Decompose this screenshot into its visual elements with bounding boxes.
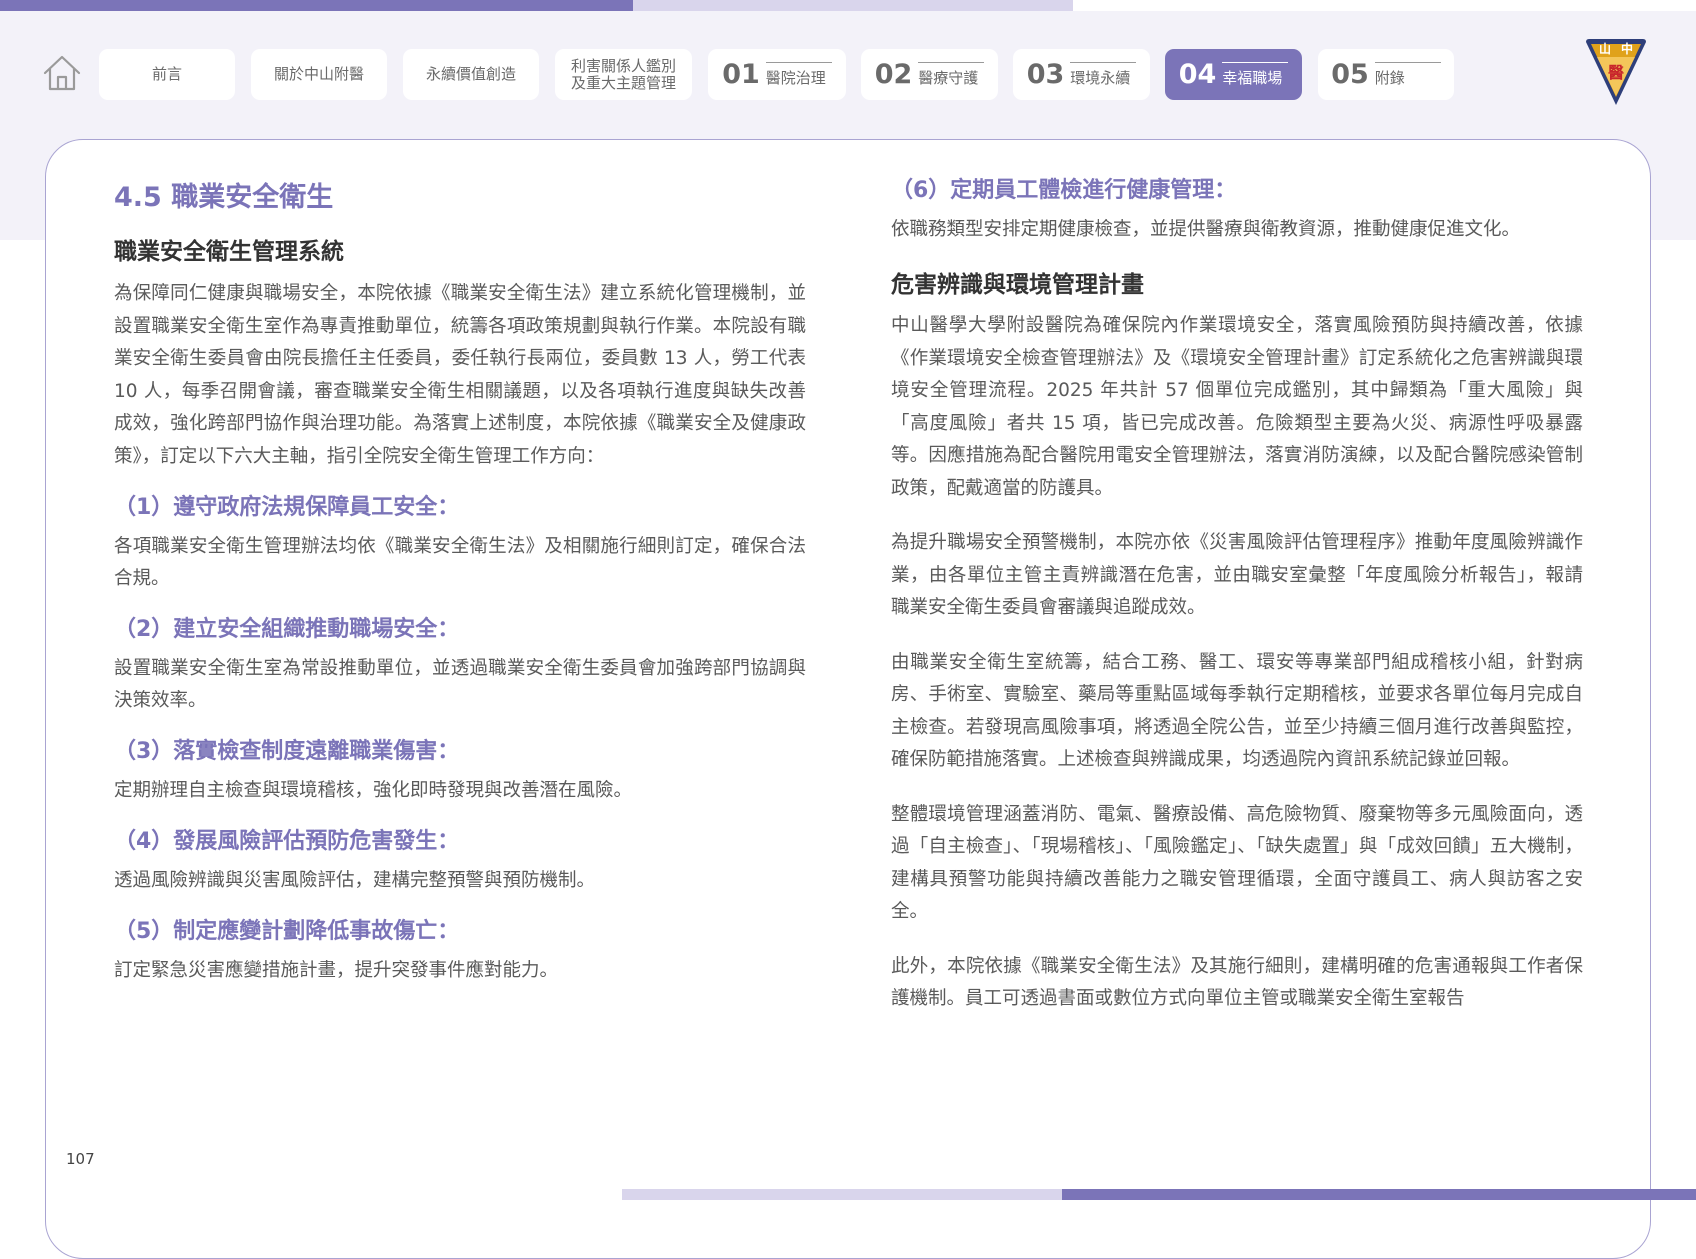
logo-text: 醫: [1608, 63, 1624, 82]
hospital-emblem-icon: 山 中 醫: [1582, 36, 1650, 108]
item-title: （4）發展風險評估預防危害發生：: [114, 829, 460, 854]
tab-sustainable-value[interactable]: 永續價值創造: [403, 49, 539, 100]
subheading-hazard-identification: 危害辨識與環境管理計畫: [891, 272, 1144, 298]
logo-text: 中: [1621, 41, 1633, 56]
tab-label: 幸福職場: [1222, 69, 1283, 87]
body-paragraph: 為提升職場安全預警機制，本院亦依《災害風險評估管理程序》推動年度風險辨識作業，由…: [891, 532, 1583, 618]
tab-preface[interactable]: 前言: [99, 49, 235, 100]
item-description: 各項職業安全衛生管理辦法均依《職業安全衛生法》及相關施行細則訂定，確保合法合規。: [114, 536, 806, 589]
home-icon[interactable]: [42, 53, 82, 93]
item-description: 透過風險辨識與災害風險評估，建構完整預警與預防機制。: [114, 870, 596, 891]
item-title: （1）遵守政府法規保障員工安全：: [114, 495, 460, 520]
top-accent-bar-light: [633, 0, 1073, 11]
tab-label: 永續價值創造: [425, 65, 516, 83]
tab-number: 03: [1026, 58, 1065, 90]
tab-divider: [1374, 62, 1441, 63]
tab-stakeholders[interactable]: 利害關係人鑑別 及重大主題管理: [555, 49, 692, 100]
item-title: （6）定期員工體檢進行健康管理：: [891, 178, 1237, 203]
body-paragraph: 由職業安全衛生室統籌，結合工務、醫工、環安等專業部門組成稽核小組，針對病房、手術…: [891, 651, 1583, 771]
tab-label: 醫療守護: [918, 69, 979, 87]
body-paragraph: 此外，本院依據《職業安全衛生法》及其施行細則，建構明確的危害通報與工作者保護機制…: [891, 955, 1583, 1010]
tab-label: 利害關係人鑑別 及重大主題管理: [570, 56, 676, 92]
logo-text: 山: [1599, 41, 1611, 56]
subheading-management-system: 職業安全衛生管理系統: [114, 239, 344, 265]
item-title: （5）制定應變計劃降低事故傷亡：: [114, 919, 460, 944]
tab-label: 醫院治理: [765, 69, 826, 87]
tab-divider: [1222, 62, 1289, 63]
body-paragraph: 整體環境管理涵蓋消防、電氣、醫療設備、高危險物質、廢棄物等多元風險面向，透過「自…: [891, 803, 1583, 923]
section-title: 4.5 職業安全衛生: [114, 182, 334, 213]
top-accent-bar: [0, 0, 633, 11]
tab-number: 04: [1178, 58, 1217, 90]
right-column: （6）定期員工體檢進行健康管理： 依職務類型安排定期健康檢查，並提供醫療與衛教資…: [891, 176, 1583, 1016]
item-title: （3）落實檢查制度遠離職業傷害：: [114, 739, 460, 764]
tab-05-appendix[interactable]: 05 附錄: [1318, 49, 1454, 100]
tab-02-medical-care[interactable]: 02 醫療守護: [861, 49, 998, 100]
tab-divider: [1070, 62, 1137, 63]
item-title: （2）建立安全組織推動職場安全：: [114, 617, 460, 642]
item-description: 定期辦理自主檢查與環境稽核，強化即時發現與改善潛在風險。: [114, 780, 633, 801]
tab-number: 01: [722, 58, 760, 90]
tab-03-environment[interactable]: 03 環境永續: [1013, 49, 1150, 100]
tab-label: 關於中山附醫: [273, 65, 364, 83]
bottom-accent-bar: [1062, 1189, 1696, 1200]
tab-number: 02: [874, 58, 913, 90]
left-column: 4.5 職業安全衛生 職業安全衛生管理系統 為保障同仁健康與職場安全，本院依據《…: [114, 176, 806, 987]
tab-label: 環境永續: [1070, 69, 1131, 87]
page-number: 107: [66, 1150, 95, 1168]
tab-divider: [918, 62, 985, 63]
body-paragraph: 中山醫學大學附設醫院為確保院內作業環境安全，落實風險預防與持續改善，依據《作業環…: [891, 315, 1583, 499]
item-description: 設置職業安全衛生室為常設推動單位，並透過職業安全衛生委員會加強跨部門協調與決策效…: [114, 658, 806, 711]
intro-paragraph: 為保障同仁健康與職場安全，本院依據《職業安全衛生法》建立系統化管理機制，並設置職…: [114, 283, 806, 467]
item-description: 訂定緊急災害應變措施計畫，提升突發事件應對能力。: [114, 960, 559, 981]
tab-divider: [765, 62, 832, 63]
bottom-accent-bar-light: [622, 1189, 1062, 1200]
tab-about-hospital[interactable]: 關於中山附醫: [251, 49, 387, 100]
tab-label: 附錄: [1374, 69, 1405, 87]
tab-number: 05: [1331, 58, 1369, 90]
tab-01-governance[interactable]: 01 醫院治理: [708, 49, 846, 100]
tab-04-happy-workplace[interactable]: 04 幸福職場: [1165, 49, 1302, 100]
item-description: 依職務類型安排定期健康檢查，並提供醫療與衛教資源，推動健康促進文化。: [891, 219, 1521, 240]
tab-label: 前言: [151, 65, 182, 83]
